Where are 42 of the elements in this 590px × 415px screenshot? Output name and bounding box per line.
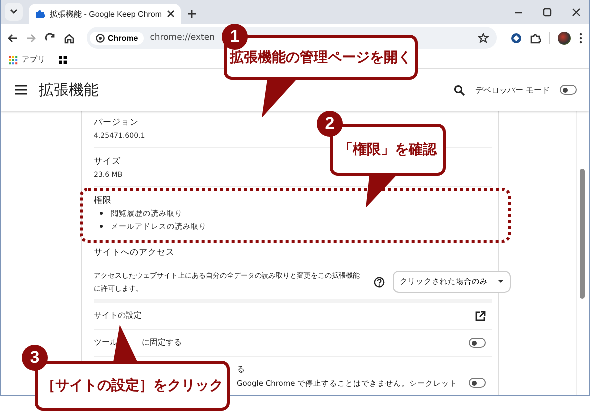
apps-grid-icon xyxy=(9,56,18,64)
site-info-chip[interactable]: Chrome xyxy=(90,32,144,44)
menu-icon[interactable] xyxy=(15,85,27,95)
permissions-title: 権限 xyxy=(94,195,112,207)
puzzle-icon[interactable] xyxy=(530,32,541,44)
search-icon[interactable] xyxy=(454,84,466,96)
menu-icon[interactable] xyxy=(579,32,583,44)
tab-groups-icon[interactable] xyxy=(58,55,68,65)
bullet-dot xyxy=(100,212,103,215)
reload-icon[interactable] xyxy=(45,32,56,44)
step-number: 3 xyxy=(22,345,48,371)
site-icon xyxy=(96,34,105,42)
close-icon[interactable] xyxy=(167,10,176,18)
toggle-switch[interactable] xyxy=(469,338,486,348)
bullet-dot xyxy=(100,225,103,228)
help-icon[interactable] xyxy=(374,276,385,288)
maximize-icon[interactable] xyxy=(543,8,552,16)
browser-tab[interactable]: 拡張機能 - Google Keep Chrom xyxy=(29,4,182,24)
detail-label: バージョン xyxy=(94,117,139,129)
puzzle-icon xyxy=(35,9,45,19)
setting-title: る xyxy=(237,364,245,376)
open-in-new-icon[interactable] xyxy=(475,310,486,322)
back-arrow-icon[interactable] xyxy=(7,32,18,44)
profile-avatar[interactable] xyxy=(558,32,571,44)
detail-label: サイズ xyxy=(94,156,121,168)
pin-toolbar-label: に固定する xyxy=(142,337,182,349)
extension-badge-icon[interactable] xyxy=(511,32,522,44)
star-icon[interactable] xyxy=(478,32,489,44)
caret-icon xyxy=(10,9,18,15)
toggle-switch[interactable] xyxy=(469,378,486,388)
caret-icon xyxy=(498,280,504,284)
developer-mode-label: デベロッパー モード xyxy=(475,84,550,96)
page-title: 拡張機能 xyxy=(39,80,99,100)
site-access-title: サイトへのアクセス xyxy=(94,247,175,259)
home-icon[interactable] xyxy=(64,32,75,44)
step-number: 2 xyxy=(317,111,343,137)
close-icon[interactable] xyxy=(572,8,581,16)
url-text: chrome://exten xyxy=(150,33,215,43)
tab-search-button[interactable] xyxy=(5,3,23,21)
new-tab-button[interactable] xyxy=(187,9,198,19)
site-settings-link[interactable]: サイトの設定 xyxy=(94,310,142,322)
toggle-switch[interactable] xyxy=(560,85,577,95)
